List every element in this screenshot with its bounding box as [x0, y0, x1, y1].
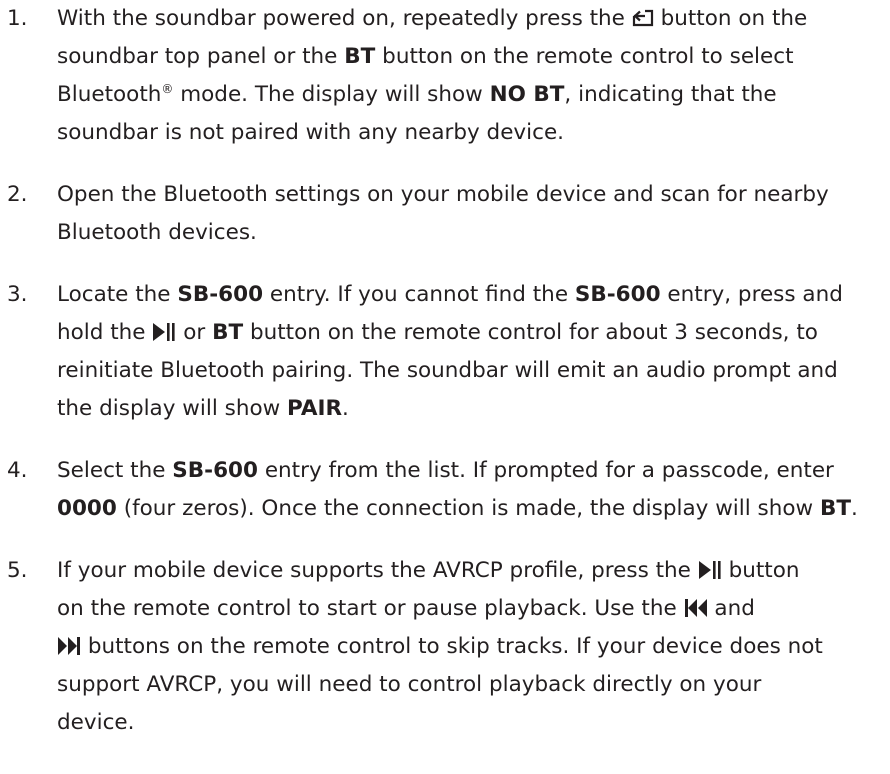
step-number: 5. — [7, 558, 28, 583]
step-number: 2. — [7, 182, 28, 207]
step-text: Open the Bluetooth settings on your mobi… — [57, 176, 885, 252]
text-line: Open the Bluetooth settings on your mobi… — [57, 182, 829, 207]
text-line: on the remote control to start or pause … — [57, 596, 755, 621]
play-pause-icon — [152, 322, 176, 342]
text-line: Bluetooth devices. — [57, 220, 257, 245]
step-number: 3. — [7, 282, 28, 307]
step-number: 1. — [7, 6, 28, 31]
step-text: With the soundbar powered on, repeatedly… — [57, 0, 885, 152]
text-line: Bluetooth® mode. The display will show N… — [57, 82, 777, 107]
text-line: hold the or BT button on the remote cont… — [57, 320, 818, 345]
text-line: Select the SB-600 entry from the list. I… — [57, 458, 834, 483]
text-line: device. — [57, 710, 135, 735]
text-line: soundbar top panel or the BT button on t… — [57, 44, 794, 69]
text-line: If your mobile device supports the AVRCP… — [57, 558, 800, 583]
step-text: Select the SB-600 entry from the list. I… — [57, 452, 885, 528]
step-number: 4. — [7, 458, 28, 483]
instruction-list: 1. With the soundbar powered on, repeate… — [0, 0, 890, 774]
text-line: support AVRCP, you will need to control … — [57, 672, 762, 697]
next-track-icon — [57, 636, 81, 656]
text-line: With the soundbar powered on, repeatedly… — [57, 6, 808, 31]
source-input-icon — [632, 9, 654, 28]
text-line: soundbar is not paired with any nearby d… — [57, 120, 565, 145]
step-text: If your mobile device supports the AVRCP… — [57, 552, 885, 742]
text-line: 0000 (four zeros). Once the connection i… — [57, 496, 858, 521]
previous-track-icon — [684, 598, 708, 618]
text-line: Locate the SB-600 entry. If you cannot f… — [57, 282, 843, 307]
registered-mark: ® — [161, 82, 174, 96]
play-pause-icon — [698, 560, 722, 580]
text-line: buttons on the remote control to skip tr… — [57, 628, 885, 666]
text-line: reinitiate Bluetooth pairing. The soundb… — [57, 358, 838, 383]
step-text: Locate the SB-600 entry. If you cannot f… — [57, 276, 885, 428]
text-line: the display will show PAIR. — [57, 396, 349, 421]
